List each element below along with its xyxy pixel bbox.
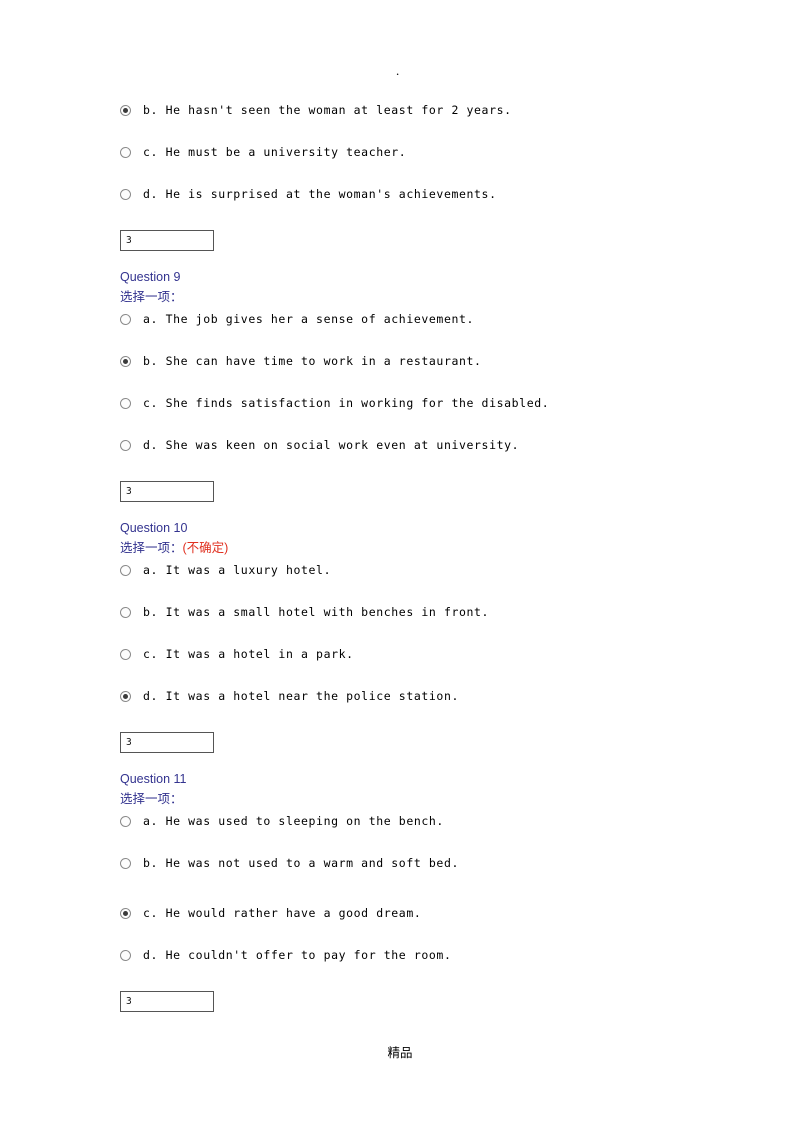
document-page: . b. He hasn't seen the woman at least f… (0, 0, 800, 1132)
radio-button[interactable] (120, 565, 131, 576)
radio-button[interactable] (120, 314, 131, 325)
radio-button[interactable] (120, 440, 131, 451)
option-row[interactable]: d. He is surprised at the woman's achiev… (120, 184, 680, 226)
question-title: Question 10 (120, 521, 188, 535)
answer-input[interactable]: 3 (120, 230, 214, 251)
radio-button[interactable] (120, 607, 131, 618)
question-block: b. He hasn't seen the woman at least for… (120, 100, 680, 251)
option-row[interactable]: c. She finds satisfaction in working for… (120, 393, 680, 435)
option-row[interactable]: c. It was a hotel in a park. (120, 644, 680, 686)
option-label: c. He must be a university teacher. (143, 145, 407, 159)
radio-button[interactable] (120, 816, 131, 827)
option-row[interactable]: d. He couldn't offer to pay for the room… (120, 945, 680, 987)
question-block: Question 11 选择一项： a. He was used to slee… (120, 769, 680, 1012)
answer-input[interactable]: 3 (120, 732, 214, 753)
option-row[interactable]: b. He was not used to a warm and soft be… (120, 853, 680, 895)
option-label: d. He is surprised at the woman's achiev… (143, 187, 497, 201)
question-header: Question 11 选择一项： (120, 769, 680, 809)
page-footer: 精品 (387, 1045, 413, 1060)
question-select-label: 选择一项：(不确定) (120, 538, 680, 558)
option-row[interactable]: b. He hasn't seen the woman at least for… (120, 100, 680, 142)
option-label: a. The job gives her a sense of achievem… (143, 312, 475, 326)
radio-button[interactable] (120, 105, 131, 116)
option-label: b. He hasn't seen the woman at least for… (143, 103, 512, 117)
radio-button[interactable] (120, 858, 131, 869)
uncertain-marker: (不确定) (182, 541, 229, 555)
option-label: a. It was a luxury hotel. (143, 563, 332, 577)
radio-button[interactable] (120, 649, 131, 660)
option-label: d. It was a hotel near the police statio… (143, 689, 459, 703)
option-row[interactable]: a. He was used to sleeping on the bench. (120, 811, 680, 853)
question-header: Question 10 选择一项：(不确定) (120, 518, 680, 558)
answer-input[interactable]: 3 (120, 481, 214, 502)
question-block: Question 9 选择一项： a. The job gives her a … (120, 267, 680, 502)
question-header: Question 9 选择一项： (120, 267, 680, 307)
radio-button[interactable] (120, 950, 131, 961)
question-select-label: 选择一项： (120, 290, 183, 304)
radio-button[interactable] (120, 908, 131, 919)
question-block: Question 10 选择一项：(不确定) a. It was a luxur… (120, 518, 680, 753)
answer-input[interactable]: 3 (120, 991, 214, 1012)
quiz-content: b. He hasn't seen the woman at least for… (120, 100, 680, 1028)
option-label: b. She can have time to work in a restau… (143, 354, 482, 368)
option-label: b. It was a small hotel with benches in … (143, 605, 490, 619)
question-title: Question 9 (120, 270, 181, 284)
option-label: b. He was not used to a warm and soft be… (143, 856, 459, 870)
option-row[interactable]: c. He must be a university teacher. (120, 142, 680, 184)
question-select-label: 选择一项： (120, 792, 183, 806)
radio-button[interactable] (120, 356, 131, 367)
option-row[interactable]: b. It was a small hotel with benches in … (120, 602, 680, 644)
option-label: d. She was keen on social work even at u… (143, 438, 520, 452)
radio-button[interactable] (120, 398, 131, 409)
option-row[interactable]: b. She can have time to work in a restau… (120, 351, 680, 393)
option-label: a. He was used to sleeping on the bench. (143, 814, 444, 828)
option-row[interactable]: a. It was a luxury hotel. (120, 560, 680, 602)
option-row[interactable]: d. She was keen on social work even at u… (120, 435, 680, 477)
option-row[interactable]: d. It was a hotel near the police statio… (120, 686, 680, 728)
select-one-text: 选择一项： (120, 541, 183, 555)
option-label: c. She finds satisfaction in working for… (143, 396, 550, 410)
option-label: c. He would rather have a good dream. (143, 906, 422, 920)
option-row[interactable]: a. The job gives her a sense of achievem… (120, 309, 680, 351)
page-top-marker: . (396, 63, 400, 78)
radio-button[interactable] (120, 189, 131, 200)
option-label: d. He couldn't offer to pay for the room… (143, 948, 452, 962)
radio-button[interactable] (120, 147, 131, 158)
option-label: c. It was a hotel in a park. (143, 647, 354, 661)
radio-button[interactable] (120, 691, 131, 702)
question-title: Question 11 (120, 772, 187, 786)
option-row[interactable]: c. He would rather have a good dream. (120, 903, 680, 945)
